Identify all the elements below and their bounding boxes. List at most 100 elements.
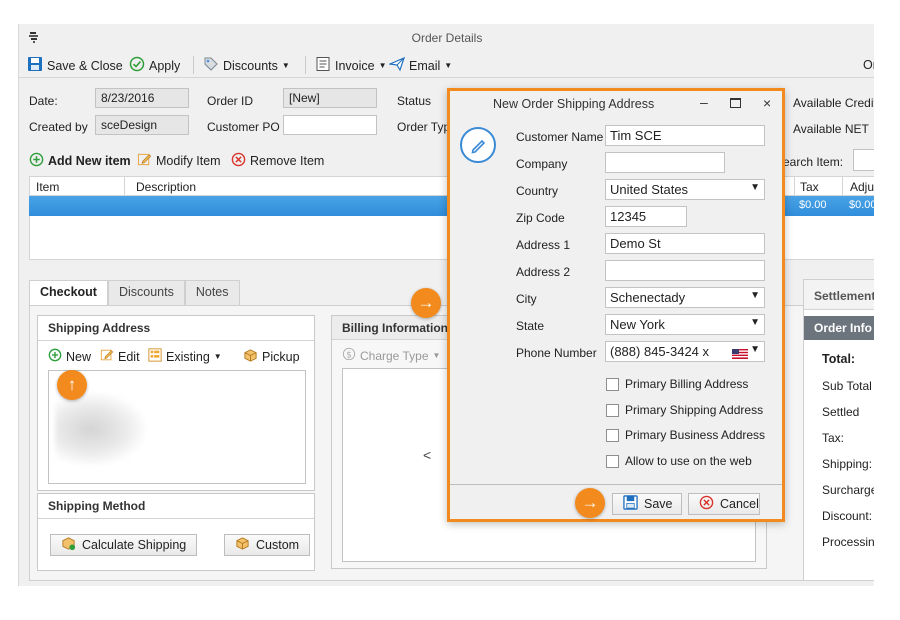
calculate-shipping-button[interactable]: Calculate Shipping	[50, 534, 198, 556]
settlement-tab[interactable]: Settlement	[804, 280, 874, 310]
customer-name-input[interactable]: Tim SCE	[605, 125, 765, 146]
dialog-footer-divider	[450, 484, 782, 485]
window-title: Order Details	[411, 31, 483, 45]
discount-tag-icon	[203, 56, 219, 75]
save-button[interactable]: Save	[612, 493, 682, 515]
column-item[interactable]: Item	[36, 180, 59, 194]
search-item-input[interactable]	[853, 149, 874, 171]
primary-billing-checkbox[interactable]	[606, 377, 619, 391]
column-description[interactable]: Description	[136, 180, 196, 194]
allow-web-checkbox[interactable]	[606, 454, 619, 468]
primary-business-checkbox[interactable]	[606, 428, 619, 442]
date-label: Date:	[29, 94, 58, 108]
primary-shipping-checkbox[interactable]	[606, 403, 619, 417]
primary-business-checkbox-row[interactable]: Primary Business Address	[606, 428, 765, 442]
charge-type-dropdown[interactable]: $ Charge Type ▼	[342, 347, 440, 364]
tax-label: Tax:	[822, 431, 845, 445]
tab-checkout[interactable]: Checkout	[29, 280, 108, 305]
blurred-address	[55, 393, 145, 465]
date-field[interactable]: 8/23/2016	[95, 88, 189, 108]
pencil-icon	[137, 152, 152, 170]
company-label: Company	[516, 157, 568, 171]
add-new-item-button[interactable]: Add New item	[29, 152, 131, 170]
email-label: Email	[409, 58, 441, 73]
city-select[interactable]: Schenectady ▼	[605, 287, 765, 308]
package-icon	[235, 536, 250, 554]
cancel-circle-icon	[699, 495, 714, 513]
row-adjust: $0.00	[849, 199, 874, 211]
us-flag-icon[interactable]	[732, 347, 748, 362]
toolbar-separator	[305, 56, 306, 74]
arrow-up-callout-icon: ↑	[57, 370, 87, 400]
shipping-method-group: Shipping Method Calculate Shipping Custo…	[37, 493, 315, 571]
apply-button[interactable]: Apply	[129, 56, 180, 75]
save-close-label: Save & Close	[47, 58, 123, 73]
zip-code-input[interactable]: 12345	[605, 206, 687, 227]
customer-po-label: Customer PO	[207, 120, 280, 134]
created-by-field: sceDesign	[95, 115, 189, 135]
main-toolbar: Save & Close Apply Discounts ▼ Invoice ▼…	[19, 52, 874, 78]
settlement-panel: Settlement Order Info Total: Sub Total S…	[803, 279, 874, 581]
shipping-address-title: Shipping Address	[38, 316, 314, 341]
primary-shipping-checkbox-row[interactable]: Primary Shipping Address	[606, 403, 763, 417]
phone-input[interactable]: (888) 845-3424 x ▼	[605, 341, 765, 362]
primary-billing-checkbox-row[interactable]: Primary Billing Address	[606, 377, 748, 391]
subtotal-label: Sub Total	[822, 379, 872, 393]
chevron-down-icon: ▼	[750, 344, 760, 355]
available-net-label: Available NET	[793, 122, 869, 136]
pickup-button[interactable]: Pickup	[243, 348, 300, 366]
tab-discounts[interactable]: Discounts	[107, 280, 185, 305]
minimize-icon[interactable]: –	[700, 94, 708, 110]
phone-value: (888) 845-3424 x	[610, 344, 710, 359]
column-adjust[interactable]: Adjus	[850, 180, 874, 194]
package-icon	[243, 348, 258, 366]
toolbar-separator	[193, 56, 194, 74]
order-id-label: Order ID	[207, 94, 254, 108]
dialog-title-bar: New Order Shipping Address – ×	[450, 91, 782, 117]
chevron-left-icon[interactable]: <	[423, 447, 431, 463]
order-type-label: Order Typ	[397, 120, 451, 134]
existing-address-dropdown[interactable]: Existing ▼	[148, 348, 222, 365]
grid-list-icon	[148, 348, 162, 365]
country-select[interactable]: United States ▼	[605, 179, 765, 200]
company-input[interactable]	[605, 152, 725, 173]
tab-notes[interactable]: Notes	[184, 280, 240, 305]
row-tax: $0.00	[799, 199, 827, 211]
maximize-icon[interactable]	[730, 98, 741, 108]
state-select[interactable]: New York ▼	[605, 314, 765, 335]
caret-down-icon: ▼	[378, 61, 387, 70]
chevron-down-icon: ▼	[750, 182, 760, 193]
discounts-dropdown[interactable]: Discounts ▼	[203, 56, 290, 75]
edit-address-button[interactable]: Edit	[100, 348, 140, 365]
created-by-label: Created by	[29, 120, 88, 134]
email-dropdown[interactable]: Email ▼	[387, 56, 452, 75]
existing-address-label: Existing	[166, 349, 210, 364]
allow-web-checkbox-row[interactable]: Allow to use on the web	[606, 454, 752, 468]
save-close-button[interactable]: Save & Close	[27, 56, 123, 75]
caret-down-icon: ▼	[432, 351, 441, 360]
column-tax[interactable]: Tax	[800, 180, 819, 194]
caret-down-icon: ▼	[213, 352, 222, 361]
invoice-dropdown[interactable]: Invoice ▼	[315, 56, 387, 75]
order-info-header: Order Info	[804, 316, 874, 340]
cancel-button[interactable]: Cancel	[688, 493, 760, 515]
search-item-label: earch Item:	[783, 155, 844, 169]
custom-shipping-button[interactable]: Custom	[224, 534, 311, 556]
remove-item-label: Remove Item	[250, 154, 325, 168]
new-address-button[interactable]: New	[48, 348, 91, 365]
modify-item-button[interactable]: Modify Item	[137, 152, 221, 170]
cancel-label: Cancel	[720, 497, 759, 511]
plus-circle-icon	[29, 152, 44, 170]
address1-label: Address 1	[516, 238, 571, 252]
customer-po-input[interactable]	[283, 115, 377, 135]
country-label: Country	[516, 184, 559, 198]
zip-code-label: Zip Code	[516, 211, 565, 225]
order-id-field: [New]	[283, 88, 377, 108]
address2-input[interactable]	[605, 260, 765, 281]
close-icon[interactable]: ×	[763, 95, 771, 111]
remove-item-button[interactable]: Remove Item	[231, 152, 324, 170]
arrow-right-callout-icon: →	[411, 288, 441, 318]
shipping-label: Shipping:	[822, 457, 873, 471]
dialog-title: New Order Shipping Address	[493, 97, 655, 111]
address1-input[interactable]: Demo St	[605, 233, 765, 254]
